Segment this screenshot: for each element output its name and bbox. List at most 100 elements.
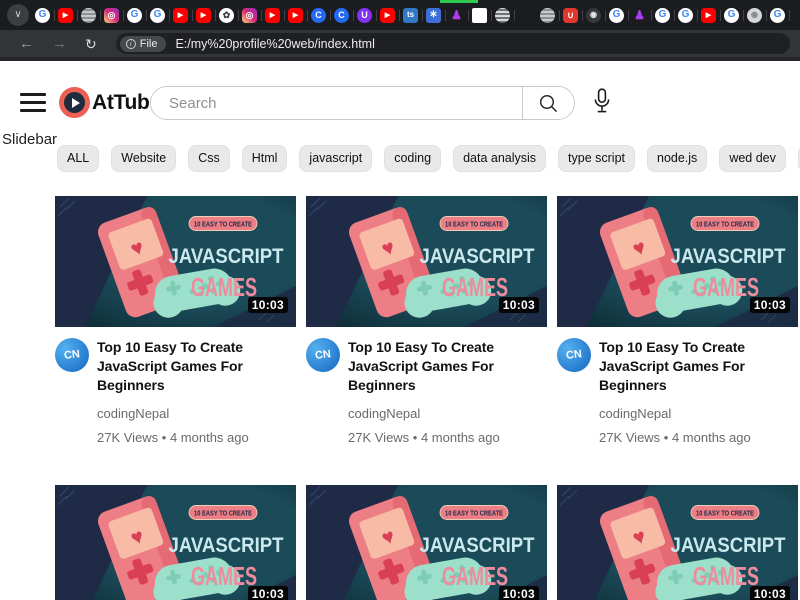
thumbnail-art: ♥ 10 EASY TO CREATE JAVASCRIPT GAMES [55,485,296,600]
thumb-badge-text: 10 EASY TO CREATE [696,509,754,518]
chip-css[interactable]: Css [188,145,230,172]
tab-youtube-icon[interactable]: ▶ [288,7,308,23]
tab-google-icon[interactable]: G [35,7,55,23]
channel-avatar[interactable]: CN [53,336,91,374]
menu-icon[interactable] [20,93,46,112]
tab-c-blue-icon[interactable]: C [334,7,354,23]
tab-google-icon[interactable]: G [150,7,170,23]
browser-tab-strip: ∨ G ▶ ◎ G G ▶ ▶ ✿ ◎ ▶ ▶ C C U ▶ ts ∗ ♟ ∪ ◉ G ♟ G G ▶ G ◉ G [0,0,800,30]
chip-type-script[interactable]: type script [558,145,635,172]
tab-white-square-icon[interactable] [472,7,492,23]
video-title[interactable]: Top 10 Easy To Create JavaScript Games F… [348,338,520,395]
video-thumbnail[interactable]: ♥ 10 EASY TO CREATE JAVASCRIPT GAMES 10:… [55,485,296,600]
tab-blue-app-icon[interactable]: ∗ [426,7,446,23]
thumb-badge-text: 10 EASY TO CREATE [445,509,503,518]
tab-globe-icon[interactable] [540,7,560,23]
back-button[interactable]: ← [10,36,43,51]
tab-u-purple-icon[interactable]: U [357,7,377,23]
tab-google-icon[interactable]: G [609,7,629,23]
tab-orange-icon[interactable]: ∪ [563,7,583,23]
chip-wed-dev[interactable]: wed dev [719,145,786,172]
thumb-badge-text: 10 EASY TO CREATE [194,220,252,229]
video-meta: 27K Views • 4 months ago [97,430,249,445]
mic-icon [594,88,610,113]
chip-data-analysis[interactable]: data analysis [453,145,547,172]
tab-group-indicator [440,0,478,3]
chip-javascript[interactable]: javascript [299,145,373,172]
video-title[interactable]: Top 10 Easy To Create JavaScript Games F… [599,338,771,395]
tab-flower-icon[interactable]: ✿ [219,7,239,23]
tab-google-icon[interactable]: G [724,7,744,23]
tab-youtube-icon[interactable]: ▶ [173,7,193,23]
tab-instagram-icon[interactable]: ◎ [242,7,262,23]
forward-button[interactable]: → [43,36,76,51]
video-meta: 27K Views • 4 months ago [599,430,751,445]
chip-node.js[interactable]: node.js [647,145,708,172]
tab-instagram-icon[interactable]: ◎ [104,7,124,23]
thumb-title-line2: GAMES [191,272,257,302]
video-thumbnail[interactable]: ♥ 10 EASY TO CREATE JAVASCRIPT GAMES 10:… [306,196,547,327]
tab-camera-dark-icon[interactable]: ◉ [586,7,606,23]
video-card[interactable]: ♥ 10 EASY TO CREATE JAVASCRIPT GAMES 10:… [304,196,547,485]
video-info: CN Top 10 Easy To Create JavaScript Game… [304,336,547,445]
video-thumbnail[interactable]: ♥ 10 EASY TO CREATE JAVASCRIPT GAMES 10:… [557,196,798,327]
chip-coding[interactable]: coding [384,145,442,172]
tab-c-blue-icon[interactable]: C [311,7,331,23]
tab-gray-wheel-icon[interactable]: ◉ [747,7,767,23]
channel-avatar[interactable]: CN [304,336,342,374]
thumb-title-line1: JAVASCRIPT [169,244,284,268]
attube-logo[interactable]: AtTube [59,87,161,118]
search-input[interactable] [151,87,522,119]
tab-globe-icon[interactable] [81,7,101,23]
chip-all[interactable]: ALL [57,145,100,172]
tab-google-icon[interactable]: G [127,7,147,23]
tab-typescript-icon[interactable]: ts [403,7,423,23]
tab-google-icon[interactable]: G [678,7,698,23]
thumb-badge-text: 10 EASY TO CREATE [445,220,503,229]
video-card[interactable]: ♥ 10 EASY TO CREATE JAVASCRIPT GAMES 10:… [555,196,798,485]
search-bar [150,86,575,120]
file-chip-label: File [139,37,158,50]
duration-badge: 10:03 [749,586,790,600]
tab-search-button[interactable]: ∨ [7,4,29,26]
tab-google-icon[interactable]: G [655,7,675,23]
mic-button[interactable] [592,88,612,118]
video-thumbnail[interactable]: ♥ 10 EASY TO CREATE JAVASCRIPT GAMES 10:… [306,485,547,600]
video-thumbnail[interactable]: ♥ 10 EASY TO CREATE JAVASCRIPT GAMES 10:… [557,485,798,600]
video-meta: 27K Views • 4 months ago [348,430,500,445]
tab-google-icon[interactable]: G [770,7,790,23]
tab-youtube-icon[interactable]: ▶ [380,7,400,23]
video-card[interactable]: ♥ 10 EASY TO CREATE JAVASCRIPT GAMES 10:… [53,196,296,485]
video-thumbnail[interactable]: ♥ 10 EASY TO CREATE JAVASCRIPT GAMES 10:… [55,196,296,327]
channel-avatar[interactable]: CN [555,336,593,374]
address-bar[interactable]: i File E:/my%20profile%20web/index.html [115,33,790,54]
info-icon: i [125,38,136,49]
video-card[interactable]: ♥ 10 EASY TO CREATE JAVASCRIPT GAMES 10:… [306,485,547,600]
tab-striped-sphere-icon[interactable] [495,7,515,23]
thumb-title-line1: JAVASCRIPT [169,533,284,557]
search-button[interactable] [522,87,574,119]
tab-youtube-icon[interactable]: ▶ [701,7,721,23]
thumb-title-line1: JAVASCRIPT [671,244,786,268]
sidebar-label: Slidebar [2,131,58,148]
video-card[interactable]: ♥ 10 EASY TO CREATE JAVASCRIPT GAMES 10:… [557,485,798,600]
video-title[interactable]: Top 10 Easy To Create JavaScript Games F… [97,338,269,395]
tab-youtube-icon[interactable]: ▶ [265,7,285,23]
chip-website[interactable]: Website [111,145,177,172]
thumbnail-art: ♥ 10 EASY TO CREATE JAVASCRIPT GAMES [306,485,547,600]
browser-toolbar: ← → ↻ i File E:/my%20profile%20web/index… [0,30,800,57]
reload-button[interactable]: ↻ [76,37,106,51]
channel-name: codingNepal [348,406,421,421]
chip-row: ALL Website Css Html javascript coding data an… [57,145,800,172]
chip-html[interactable]: Html [241,145,288,172]
tab-youtube-icon[interactable]: ▶ [196,7,216,23]
tab-person-add-icon[interactable]: ♟ [632,8,652,23]
duration-badge: 10:03 [498,297,539,313]
tab-youtube-icon[interactable]: ▶ [58,7,78,23]
tab-person-add-icon[interactable]: ♟ [449,8,469,23]
video-info: CN Top 10 Easy To Create JavaScript Game… [555,336,798,445]
thumb-title-line2: GAMES [191,561,257,591]
thumb-title-line2: GAMES [442,561,508,591]
video-card[interactable]: ♥ 10 EASY TO CREATE JAVASCRIPT GAMES 10:… [55,485,296,600]
channel-name: codingNepal [599,406,672,421]
